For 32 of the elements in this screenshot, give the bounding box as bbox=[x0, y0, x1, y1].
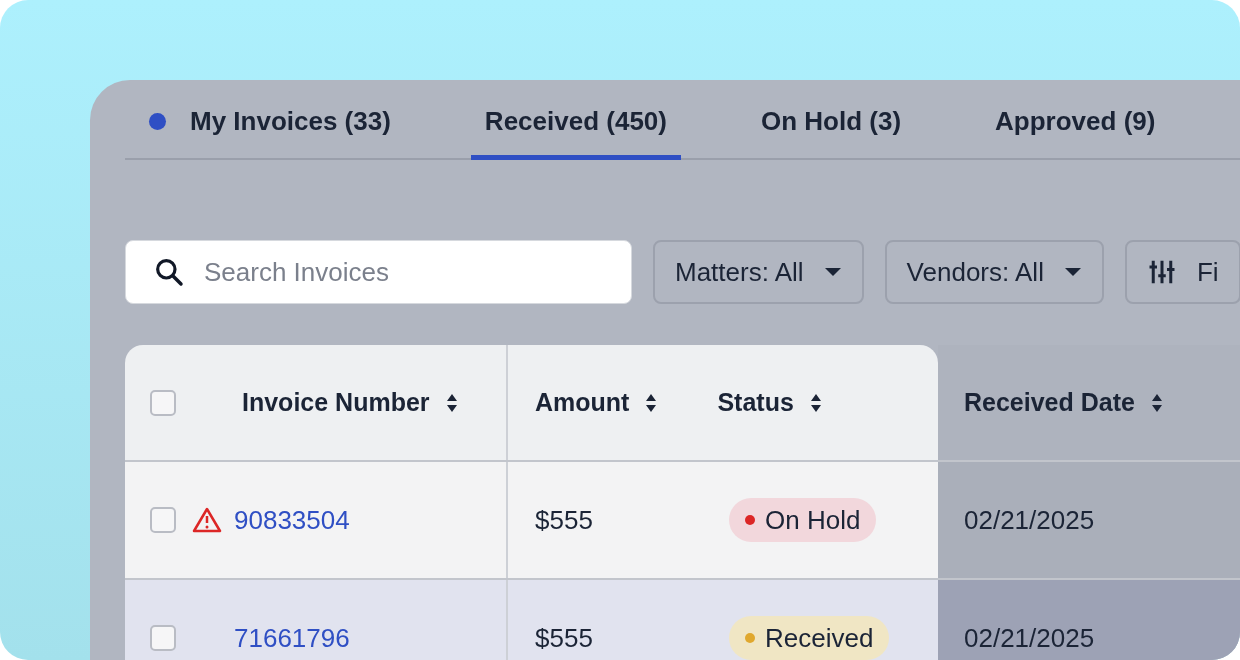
dropdown-button[interactable]: Matters: All bbox=[653, 240, 864, 304]
column-header: Invoice Number bbox=[242, 386, 430, 418]
date-text: 02/21/2025 bbox=[964, 503, 1095, 537]
date-text: 02/21/2025 bbox=[964, 621, 1095, 655]
checkbox[interactable] bbox=[150, 507, 176, 533]
tab[interactable]: My Invoices (33) bbox=[125, 102, 471, 160]
dropdown-button[interactable]: Vendors: All bbox=[884, 240, 1104, 304]
search-field[interactable]: Search Invoices bbox=[125, 240, 632, 304]
filters-button[interactable]: Fi bbox=[1124, 240, 1240, 304]
checkbox[interactable] bbox=[150, 625, 176, 651]
tab[interactable]: Received (450) bbox=[470, 102, 681, 160]
caret-icon bbox=[823, 267, 842, 277]
status-badge: Received bbox=[729, 616, 890, 660]
tab[interactable]: Approved (9) bbox=[981, 102, 1170, 160]
column-header: Amount bbox=[535, 386, 630, 418]
column-header: Received Date bbox=[964, 386, 1135, 418]
search-icon bbox=[153, 256, 185, 288]
sort-icon[interactable] bbox=[645, 392, 658, 413]
amount-text: $555 bbox=[535, 621, 594, 655]
table-row[interactable]: 71661796 $555 Received 02/21/2025 bbox=[125, 580, 1240, 660]
sort-icon[interactable] bbox=[1150, 392, 1163, 413]
amount-text: $555 bbox=[535, 503, 594, 537]
status-badge: On Hold bbox=[729, 498, 877, 542]
table-row[interactable]: 90833504 $555 On Hold 02/21/2025 bbox=[125, 462, 1240, 580]
invoice-link[interactable]: 71661796 bbox=[234, 618, 350, 658]
checkbox[interactable] bbox=[150, 389, 176, 416]
sort-icon[interactable] bbox=[809, 392, 822, 413]
caret-icon bbox=[1063, 267, 1082, 277]
sort-icon[interactable] bbox=[445, 392, 458, 413]
invoice-link[interactable]: 90833504 bbox=[234, 500, 350, 540]
column-header: Status bbox=[717, 386, 794, 418]
tab[interactable]: On Hold (3) bbox=[746, 102, 916, 160]
